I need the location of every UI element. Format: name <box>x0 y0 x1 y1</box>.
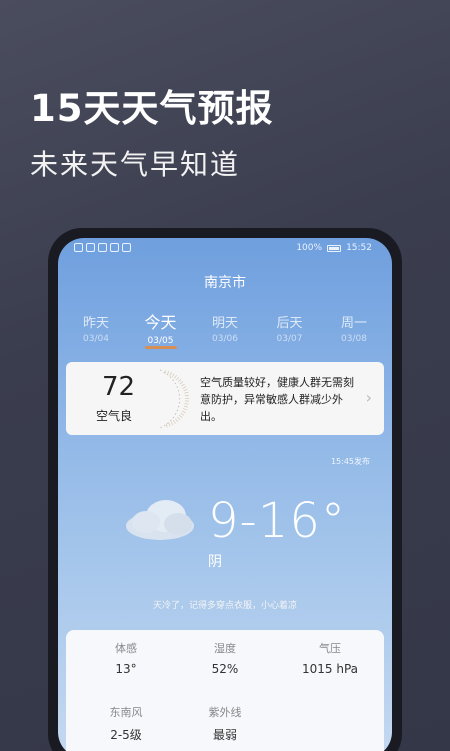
status-time: 15:52 <box>346 243 372 253</box>
battery-icon <box>327 244 342 252</box>
detail-value: 最弱 <box>212 728 237 742</box>
detail-value: 2-5级 <box>110 728 142 742</box>
update-time: 15:45发布 <box>330 457 370 466</box>
aqi-description: 空气质量较好，健康人群无需刻意防护，异常敏感人群减少外出。 <box>200 376 354 423</box>
day-tab-label: 明天 <box>211 316 238 331</box>
chevron-right-icon: › <box>365 388 372 407</box>
detail-label: 湿度 <box>214 642 236 655</box>
notification-icon <box>74 243 83 252</box>
air-quality-card[interactable]: 72 空气良 空气质量较好，健康人群无需刻意防护，异常敏感人群减少外出。 › <box>66 362 384 435</box>
status-bar: 100% 15:52 <box>58 238 392 260</box>
phone-screen: 100% 15:52 南京市 昨天 03/04 今天 03/05 明天 03/0… <box>58 238 392 751</box>
detail-uv-index: 紫外线 最弱 <box>175 704 275 743</box>
day-tab-date: 03/04 <box>83 334 109 344</box>
weather-condition: 阴 <box>208 554 222 570</box>
promo-subtitle: 未来天气早知道 <box>30 148 241 181</box>
image-icon <box>98 243 107 252</box>
day-tab-label: 后天 <box>276 316 303 331</box>
aqi-value: 72 <box>102 372 136 402</box>
detail-value: 13° <box>115 662 137 676</box>
day-tab-label: 周一 <box>340 316 367 331</box>
battery-percent: 100% <box>296 243 323 253</box>
detail-value: 1015 hPa <box>301 662 358 676</box>
detail-wind: 东南风 2-5级 <box>76 704 176 743</box>
weather-tip: 天冷了，记得多穿点衣服，小心着凉 <box>152 601 297 611</box>
app-icon <box>122 243 131 252</box>
day-tab-label: 昨天 <box>82 316 109 331</box>
detail-label: 东南风 <box>109 706 143 719</box>
day-tab-yesterday[interactable]: 昨天 03/04 <box>66 312 126 346</box>
detail-feels-like: 体感 13° <box>76 640 176 676</box>
day-tab-today[interactable]: 今天 03/05 <box>131 312 191 349</box>
city-name[interactable]: 南京市 <box>58 272 392 292</box>
detail-label: 紫外线 <box>208 706 242 719</box>
detail-pressure: 气压 1015 hPa <box>280 640 380 676</box>
app-icon <box>110 243 119 252</box>
detail-humidity: 湿度 52% <box>175 640 275 676</box>
promo-title: 15天天气预报 <box>30 87 274 130</box>
status-icons <box>74 243 131 252</box>
aqi-dial-icon <box>159 369 190 429</box>
day-tab-monday[interactable]: 周一 03/08 <box>324 312 384 346</box>
day-tabs: 昨天 03/04 今天 03/05 明天 03/06 后天 03/07 周一 0… <box>66 312 384 349</box>
day-tab-tomorrow[interactable]: 明天 03/06 <box>195 312 255 346</box>
day-tab-day-after[interactable]: 后天 03/07 <box>260 312 320 346</box>
day-tab-date: 03/05 <box>131 336 191 349</box>
detail-label: 气压 <box>319 642 341 655</box>
aqi-label: 空气良 <box>96 409 133 423</box>
temperature-range: 9-16° <box>208 493 346 549</box>
detail-label: 体感 <box>115 642 137 655</box>
day-tab-date: 03/06 <box>212 334 238 344</box>
day-tab-date: 03/08 <box>341 334 367 344</box>
detail-value: 52% <box>211 662 239 676</box>
cloud-icon <box>126 500 194 540</box>
day-tab-date: 03/07 <box>276 334 303 344</box>
weather-details-card: 体感 13° 湿度 52% 气压 1015 hPa 东南风 2-5级 紫外线 最… <box>66 630 384 751</box>
day-tab-label: 今天 <box>144 313 177 332</box>
wifi-icon <box>86 243 95 252</box>
